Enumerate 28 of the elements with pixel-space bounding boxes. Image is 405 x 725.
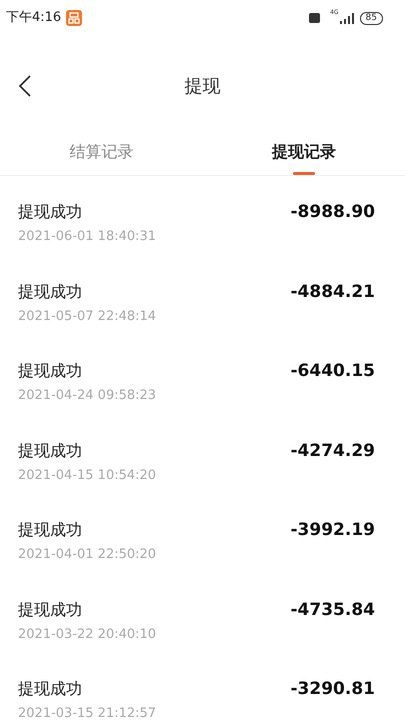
record-time: 2021-04-24 09:58:23 [18,387,158,405]
record-amount: -4884.21 [290,282,375,304]
record-status: 提现成功 [18,282,83,302]
record-amount: -4274.29 [290,440,375,462]
record-amount: -3992.19 [290,520,375,542]
record-amount: -6440.15 [290,361,375,383]
signal-icon [340,12,354,24]
record-time: 2021-06-01 18:40:31 [18,228,158,246]
record-status: 提现成功 [18,520,83,540]
status-time: 下午4:16 [6,9,62,28]
record-status: 提现成功 [18,361,83,381]
page-title: 提现 [184,74,220,98]
record-time: 2021-03-15 21:12:57 [18,705,158,723]
record-amount: -8988.90 [290,202,375,224]
record-status: 提现成功 [18,679,83,699]
app-notification-icon [66,10,82,26]
record-time: 2021-04-15 10:54:20 [18,466,158,484]
tab[interactable]: 结算记录 [0,136,202,175]
record-time: 2021-05-07 22:48:14 [18,308,158,326]
tab[interactable]: 提现记录 [202,136,405,175]
record-status: 提现成功 [18,202,83,222]
record-status: 提现成功 [18,440,83,460]
record-time: 2021-04-01 22:50:20 [18,546,158,564]
record-amount: -4735.84 [290,600,375,622]
battery-level: 85 [360,12,383,24]
record-time: 2021-03-22 20:40:10 [18,626,158,644]
record-status: 提现成功 [18,600,83,620]
record-amount: -3290.81 [290,679,375,701]
